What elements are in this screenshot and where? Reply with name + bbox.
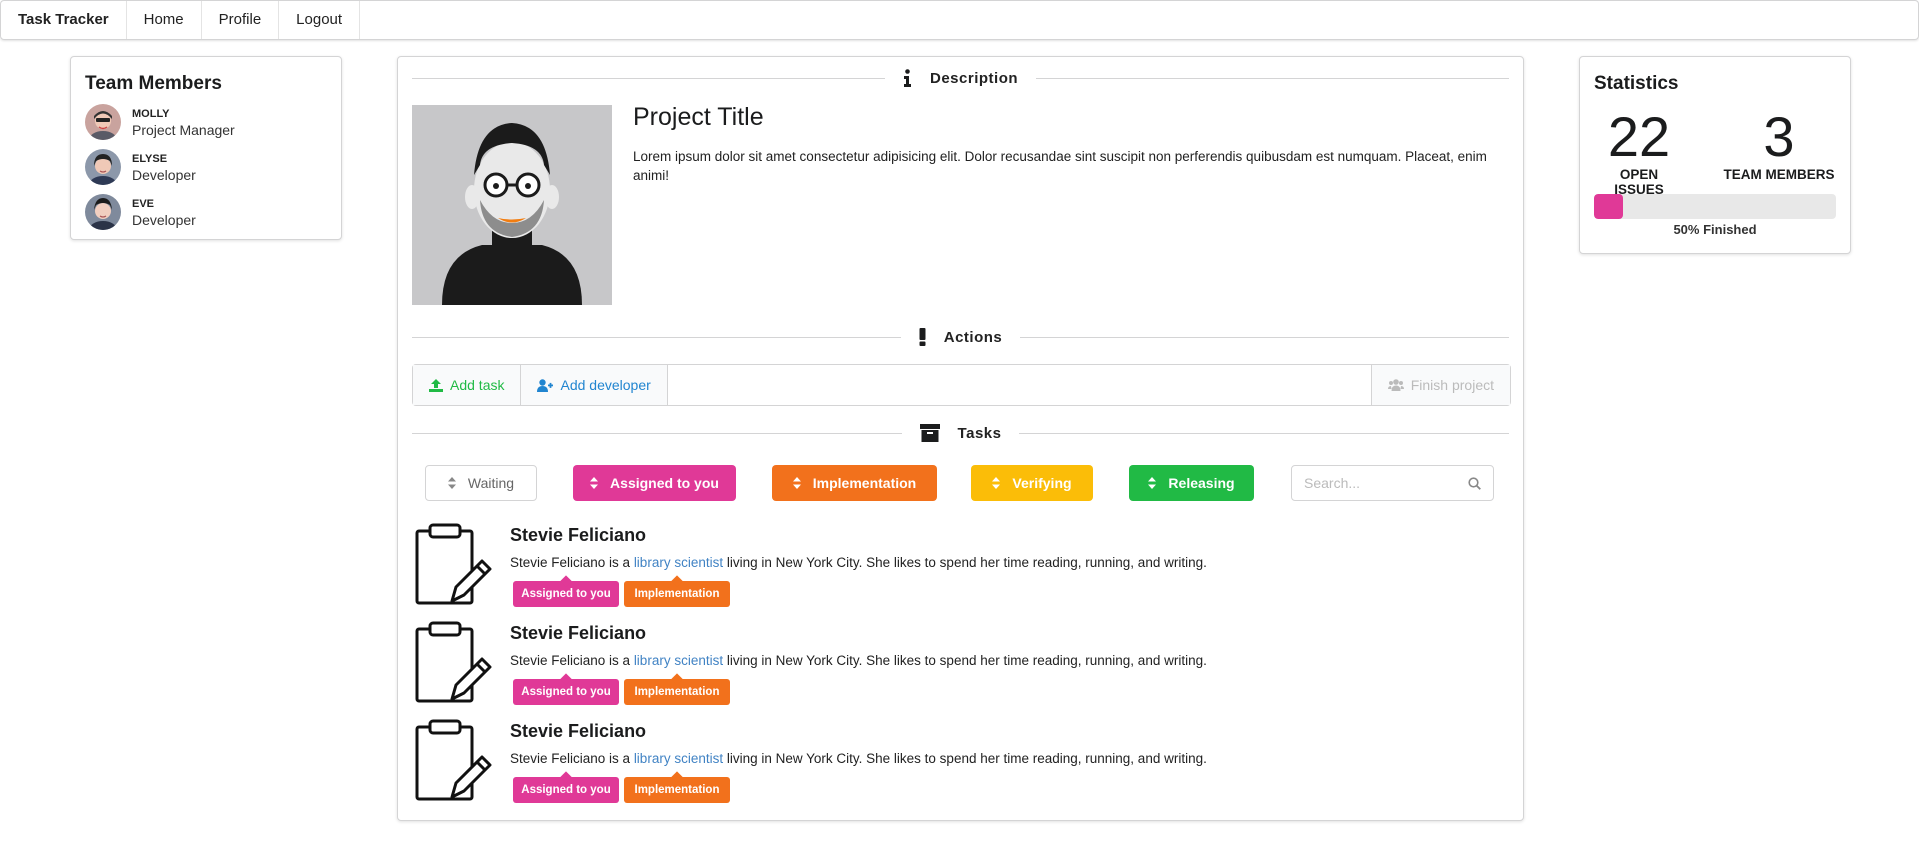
project-image xyxy=(412,105,612,305)
statistics-card: Statistics 22 OPEN ISSUES 3 TEAM MEMBERS… xyxy=(1579,56,1851,254)
member-item[interactable]: EVE Developer xyxy=(85,194,327,230)
project-title: Project Title xyxy=(633,103,764,131)
sort-icon xyxy=(792,477,801,489)
team-members-card: Team Members MOLLY Project Manager ELYSE… xyxy=(70,56,342,240)
sort-icon xyxy=(447,477,456,489)
clipboard-icon xyxy=(415,621,492,703)
team-members-title: Team Members xyxy=(85,73,222,94)
actions-label: Actions xyxy=(943,328,1003,346)
tag-implementation: Implementation xyxy=(624,777,730,803)
add-task-label: Add task xyxy=(450,377,505,393)
sort-icon xyxy=(1148,477,1157,489)
task-name: Stevie Feliciano xyxy=(510,623,647,643)
open-issues-value: 22 xyxy=(1607,105,1671,168)
avatar xyxy=(85,149,121,185)
add-developer-button[interactable]: Add developer xyxy=(521,365,668,405)
brand-title[interactable]: Task Tracker xyxy=(1,1,127,39)
task-item[interactable]: Stevie Feliciano Stevie Feliciano is a l… xyxy=(412,621,1502,711)
tasks-divider: Tasks xyxy=(412,423,1510,443)
member-name: MOLLY xyxy=(132,108,170,120)
actions-bar: Add task Add developer Finish project xyxy=(412,364,1511,406)
open-issues-stat: 22 OPEN ISSUES xyxy=(1594,105,1684,198)
filter-label: Assigned to you xyxy=(610,475,719,491)
filter-label: Releasing xyxy=(1168,475,1235,491)
member-name: ELYSE xyxy=(132,153,168,165)
task-link[interactable]: library scientist xyxy=(634,555,723,570)
team-members-value: 3 xyxy=(1763,105,1795,168)
progress-fill xyxy=(1594,194,1624,219)
filter-verifying-button[interactable]: Verifying xyxy=(971,465,1093,501)
nav-home[interactable]: Home xyxy=(127,1,202,39)
description-divider: Description xyxy=(412,68,1510,88)
avatar xyxy=(85,104,121,140)
exclamation-icon xyxy=(919,328,926,346)
tag-assigned: Assigned to you xyxy=(513,777,619,803)
statistics-title: Statistics xyxy=(1594,73,1679,94)
upload-icon xyxy=(429,378,443,392)
users-icon xyxy=(1387,379,1404,391)
info-icon xyxy=(903,69,912,87)
tag-assigned: Assigned to you xyxy=(513,679,619,705)
nav-profile[interactable]: Profile xyxy=(202,1,280,39)
add-developer-label: Add developer xyxy=(560,377,651,393)
task-description: Stevie Feliciano is a library scientist … xyxy=(510,653,1207,668)
member-item[interactable]: MOLLY Project Manager xyxy=(85,104,327,140)
filter-waiting-button[interactable]: Waiting xyxy=(425,465,537,501)
nav-logout[interactable]: Logout xyxy=(279,1,361,39)
add-user-icon xyxy=(537,378,554,392)
tag-assigned: Assigned to you xyxy=(513,581,619,607)
filter-releasing-button[interactable]: Releasing xyxy=(1129,465,1254,501)
member-item[interactable]: ELYSE Developer xyxy=(85,149,327,185)
team-members-stat: 3 TEAM MEMBERS xyxy=(1720,105,1838,183)
team-members-label: TEAM MEMBERS xyxy=(1723,167,1835,182)
progress-bar xyxy=(1594,194,1836,219)
add-task-button[interactable]: Add task xyxy=(413,365,522,405)
tag-implementation: Implementation xyxy=(624,679,730,705)
progress-label: 50% Finished xyxy=(1673,222,1757,237)
member-name: EVE xyxy=(132,198,155,210)
member-role: Developer xyxy=(132,167,196,183)
task-description: Stevie Feliciano is a library scientist … xyxy=(510,751,1207,766)
search-icon xyxy=(1468,476,1481,490)
description-label: Description xyxy=(930,69,1019,87)
search-input[interactable]: Search... xyxy=(1291,465,1494,501)
clipboard-icon xyxy=(415,523,492,605)
filter-assigned-button[interactable]: Assigned to you xyxy=(573,465,736,501)
member-role: Developer xyxy=(132,212,196,228)
task-name: Stevie Feliciano xyxy=(510,525,647,545)
search-placeholder: Search... xyxy=(1304,475,1361,491)
task-link[interactable]: library scientist xyxy=(634,653,723,668)
finish-project-button[interactable]: Finish project xyxy=(1370,365,1510,405)
filter-label: Waiting xyxy=(467,475,515,491)
filter-label: Verifying xyxy=(1012,475,1072,491)
tasks-label: Tasks xyxy=(957,424,1002,442)
member-role: Project Manager xyxy=(132,122,235,138)
task-item[interactable]: Stevie Feliciano Stevie Feliciano is a l… xyxy=(412,719,1502,809)
sort-icon xyxy=(590,477,599,489)
task-link[interactable]: library scientist xyxy=(634,751,723,766)
archive-icon xyxy=(919,424,940,442)
project-card: Description Project Title Lorem ipsum do… xyxy=(397,56,1524,821)
avatar xyxy=(85,194,121,230)
finish-project-label: Finish project xyxy=(1410,377,1494,393)
sort-icon xyxy=(992,477,1001,489)
task-description: Stevie Feliciano is a library scientist … xyxy=(510,555,1207,570)
actions-divider: Actions xyxy=(412,327,1510,347)
filter-implementation-button[interactable]: Implementation xyxy=(772,465,937,501)
open-issues-label: OPEN ISSUES xyxy=(1614,167,1664,197)
task-name: Stevie Feliciano xyxy=(510,721,647,741)
clipboard-icon xyxy=(415,719,492,801)
top-menu: Task Tracker Home Profile Logout xyxy=(0,0,1919,40)
tag-implementation: Implementation xyxy=(624,581,730,607)
task-filters: Waiting Assigned to you Implementation V… xyxy=(425,465,1495,501)
task-item[interactable]: Stevie Feliciano Stevie Feliciano is a l… xyxy=(412,523,1502,613)
filter-label: Implementation xyxy=(812,475,917,491)
project-description: Lorem ipsum dolor sit amet consectetur a… xyxy=(633,149,1487,183)
